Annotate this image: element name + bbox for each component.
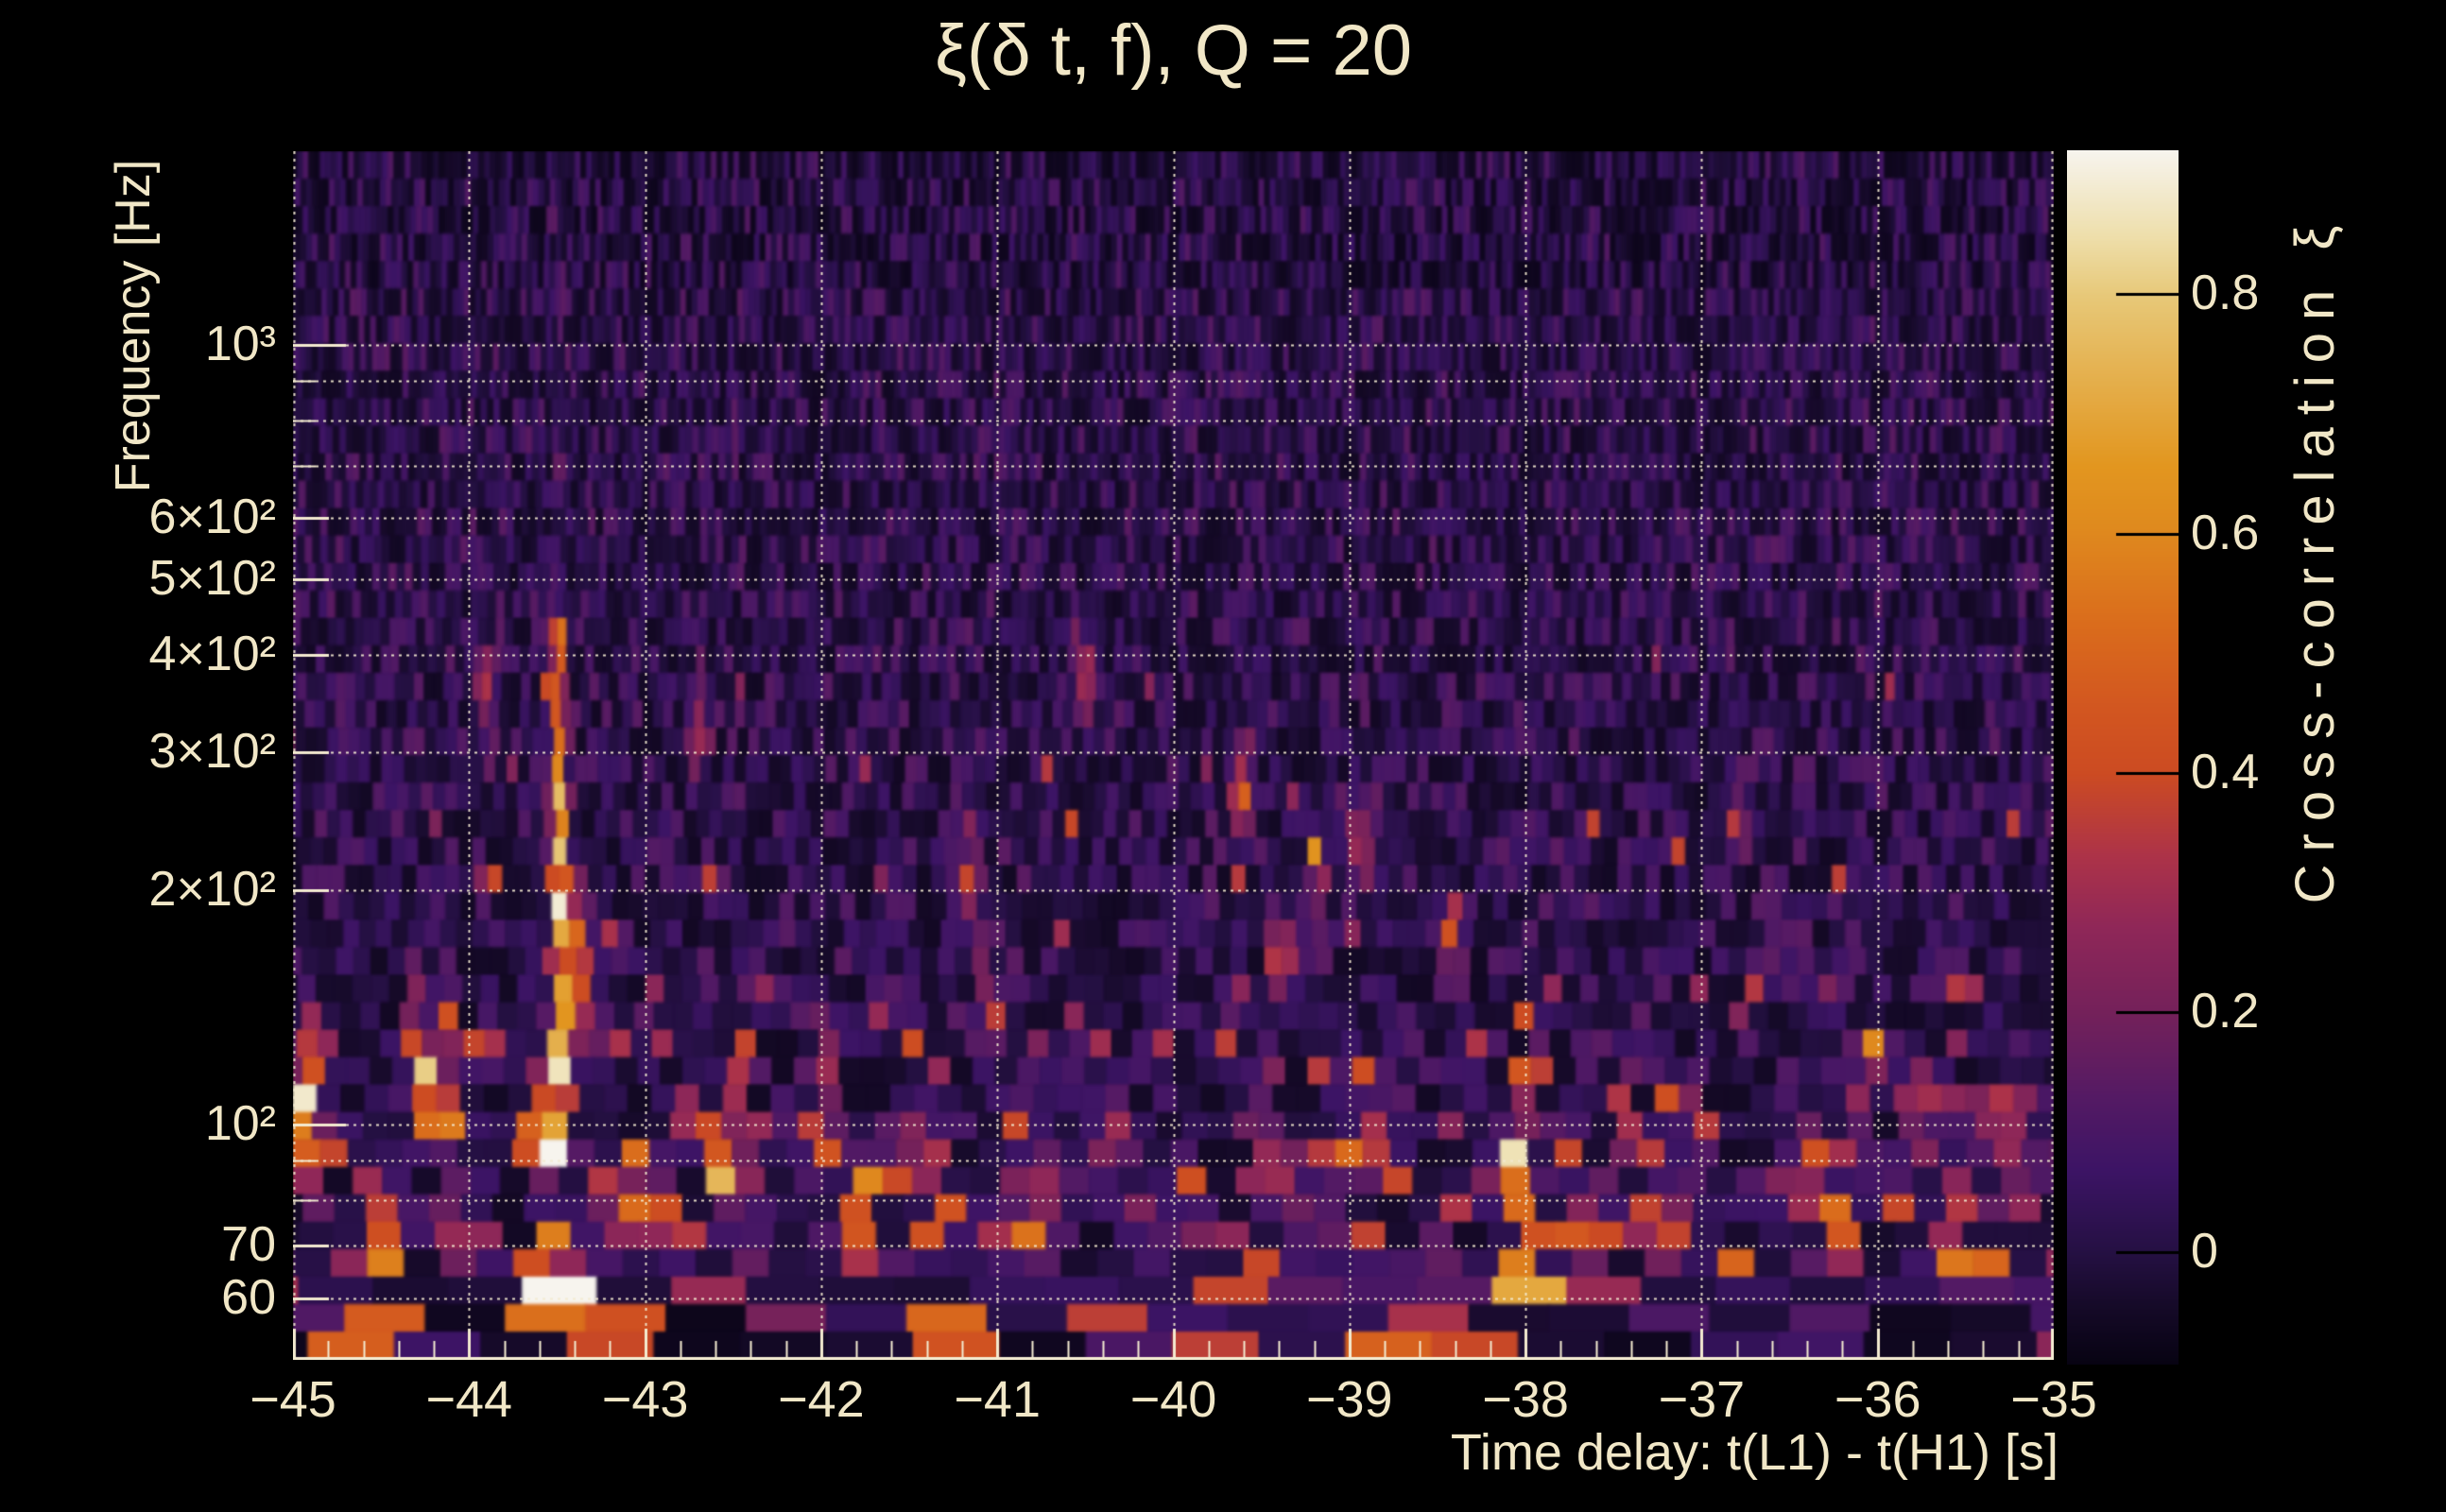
x-tick-label: −39 [1305,1371,1393,1428]
y-tick-label: 10³ [204,316,276,371]
x-tick-label: −44 [425,1371,513,1428]
y-tick-label: 70 [221,1217,276,1273]
y-tick-label: 2×10² [148,861,276,917]
qscan-cross-correlation-plot: ξ(δ t, f), Q = 20 Frequency [Hz] Time de… [0,0,2446,1512]
chart-title: ξ(δ t, f), Q = 20 [934,10,1413,91]
colorbar-title: Cross-correlation ξ [2284,213,2346,904]
heatmap-canvas [293,151,2054,1360]
colorbar-tick-label: 0.2 [2191,984,2260,1040]
y-tick-label: 3×10² [148,724,276,780]
colorbar-tick-label: 0.6 [2191,505,2260,560]
y-tick-label: 4×10² [148,627,276,682]
colorbar-tick-label: 0.4 [2191,744,2260,799]
colorbar-tick-label: 0.8 [2191,266,2260,321]
x-tick-label: −41 [954,1371,1041,1428]
x-tick-label: −38 [1482,1371,1569,1428]
x-tick-label: −37 [1658,1371,1746,1428]
x-tick-label: −42 [778,1371,865,1428]
x-tick-label: −40 [1129,1371,1217,1428]
y-tick-label: 5×10² [148,551,276,607]
colorbar-canvas [2067,150,2179,1365]
x-tick-label: −36 [1834,1371,1921,1428]
x-tick-label: −45 [250,1371,336,1428]
x-tick-label: −35 [2010,1371,2097,1428]
y-tick-label: 60 [221,1269,276,1325]
y-tick-label: 6×10² [148,489,276,544]
y-tick-label: 10² [204,1096,276,1152]
x-axis-title: Time delay: t(L1) - t(H1) [s] [1450,1424,2058,1481]
x-tick-label: −43 [601,1371,689,1428]
colorbar-tick-label: 0 [2191,1223,2218,1279]
